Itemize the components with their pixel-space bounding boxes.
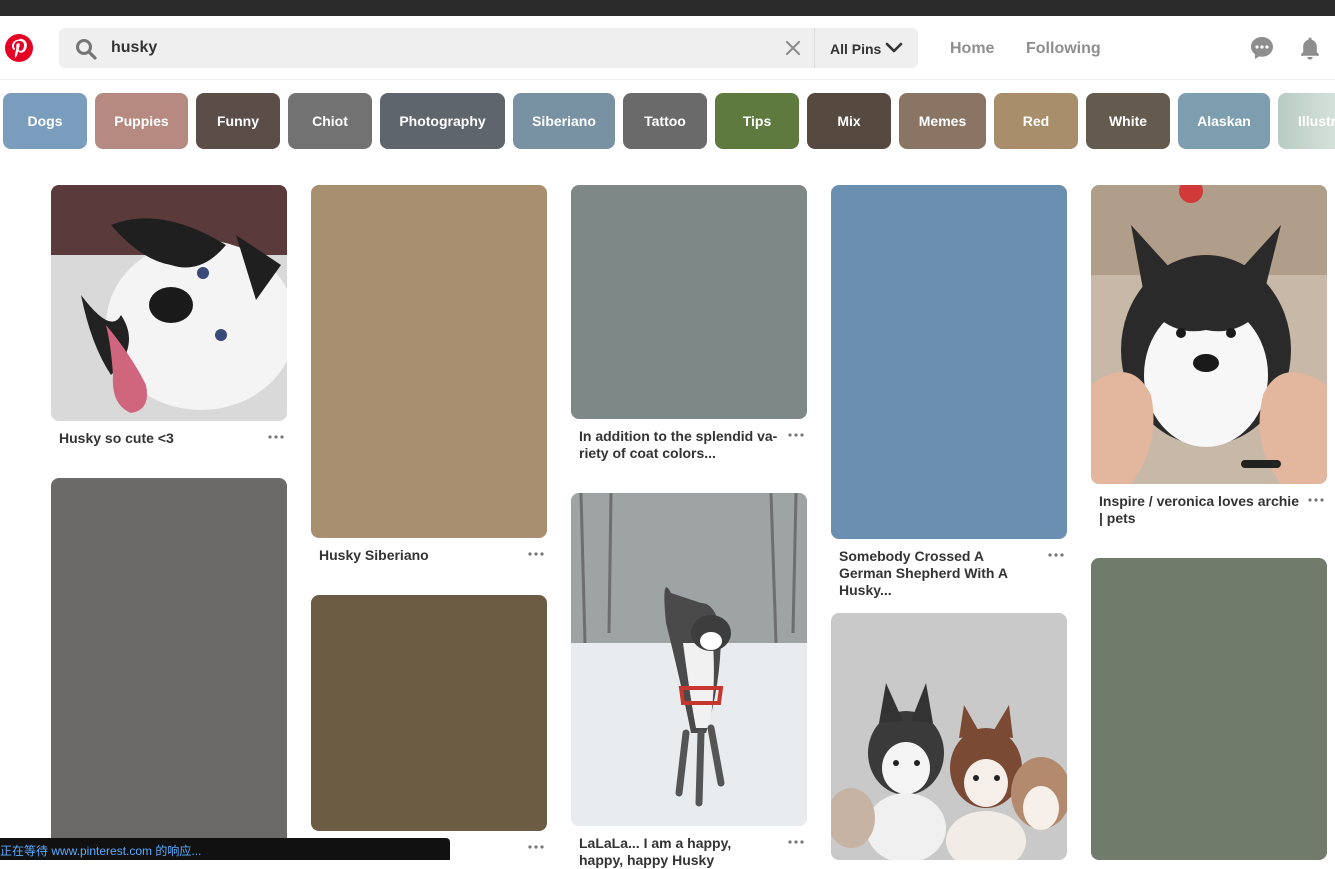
pin-image-placeholder[interactable] [311, 185, 547, 538]
messages-icon[interactable] [1249, 35, 1275, 61]
pin-image-husky-puppy-hands[interactable] [1091, 185, 1327, 484]
chip-red[interactable]: Red [994, 93, 1078, 149]
more-options-icon[interactable] [526, 842, 546, 852]
more-options-icon[interactable] [526, 549, 546, 559]
bell-icon[interactable] [1297, 35, 1323, 61]
chevron-down-icon [885, 42, 903, 53]
search-input[interactable] [111, 28, 811, 68]
chip-puppies[interactable]: Puppies [95, 93, 188, 149]
site-header: All Pins Home Following [0, 16, 1335, 80]
pin-image-running-husky[interactable] [571, 493, 807, 826]
husky-puppy-hands-photo [1091, 185, 1327, 484]
pinterest-logo-icon[interactable] [4, 33, 34, 63]
chip-dogs[interactable]: Dogs [3, 93, 87, 149]
search-bar: All Pins [59, 28, 918, 68]
pin-image-husky-cute[interactable] [51, 185, 287, 421]
search-icon [76, 39, 97, 60]
pin-image-placeholder[interactable] [311, 595, 547, 831]
pin-image-placeholder[interactable] [1091, 558, 1327, 860]
nav-home-link[interactable]: Home [950, 40, 994, 58]
chip-illustration[interactable]: Illustra [1278, 93, 1335, 149]
more-options-icon[interactable] [1306, 495, 1326, 505]
chip-alaskan[interactable]: Alaskan [1178, 93, 1270, 149]
pin-title: Husky Siberiano [319, 547, 429, 563]
pin-title: Inspire / veronica loves archie | pets [1099, 493, 1299, 526]
chip-tips[interactable]: Tips [715, 93, 799, 149]
browser-top-bar [0, 0, 1335, 16]
more-options-icon[interactable] [786, 430, 806, 440]
pin-filter-dropdown[interactable]: All Pins [815, 28, 918, 68]
pin-title: In addition to the splendid va-riety of … [579, 428, 778, 461]
browser-status-bar: 正在等待 www.pinterest.com 的响应... [0, 838, 450, 860]
chip-funny[interactable]: Funny [196, 93, 280, 149]
running-husky-photo [571, 493, 807, 826]
pin-image-husky-puppies[interactable] [831, 613, 1067, 860]
chip-photography[interactable]: Photography [380, 93, 505, 149]
pin-image-placeholder[interactable] [51, 478, 287, 860]
pin-image-placeholder[interactable] [571, 185, 807, 419]
guided-search-chips: Dogs Puppies Funny Chiot Photography Sib… [0, 93, 1335, 149]
chip-siberiano[interactable]: Siberiano [513, 93, 615, 149]
chip-white[interactable]: White [1086, 93, 1170, 149]
more-options-icon[interactable] [786, 837, 806, 847]
husky-tongue-photo [51, 185, 287, 421]
nav-following-link[interactable]: Following [1026, 40, 1101, 58]
pin-title: LaLaLa... I am a happy, happy, happy Hus… [579, 835, 732, 868]
chip-memes[interactable]: Memes [899, 93, 986, 149]
pin-image-placeholder[interactable] [831, 185, 1067, 539]
husky-puppies-photo [831, 613, 1067, 860]
chip-chiot[interactable]: Chiot [288, 93, 372, 149]
pin-title: Husky so cute <3 [59, 430, 174, 446]
chip-tattoo[interactable]: Tattoo [623, 93, 707, 149]
more-options-icon[interactable] [266, 432, 286, 442]
more-options-icon[interactable] [1046, 550, 1066, 560]
pin-title: Somebody Crossed A German Shepherd With … [839, 548, 1008, 598]
pin-filter-label: All Pins [830, 41, 882, 57]
close-icon[interactable] [784, 39, 802, 57]
chip-mix[interactable]: Mix [807, 93, 891, 149]
